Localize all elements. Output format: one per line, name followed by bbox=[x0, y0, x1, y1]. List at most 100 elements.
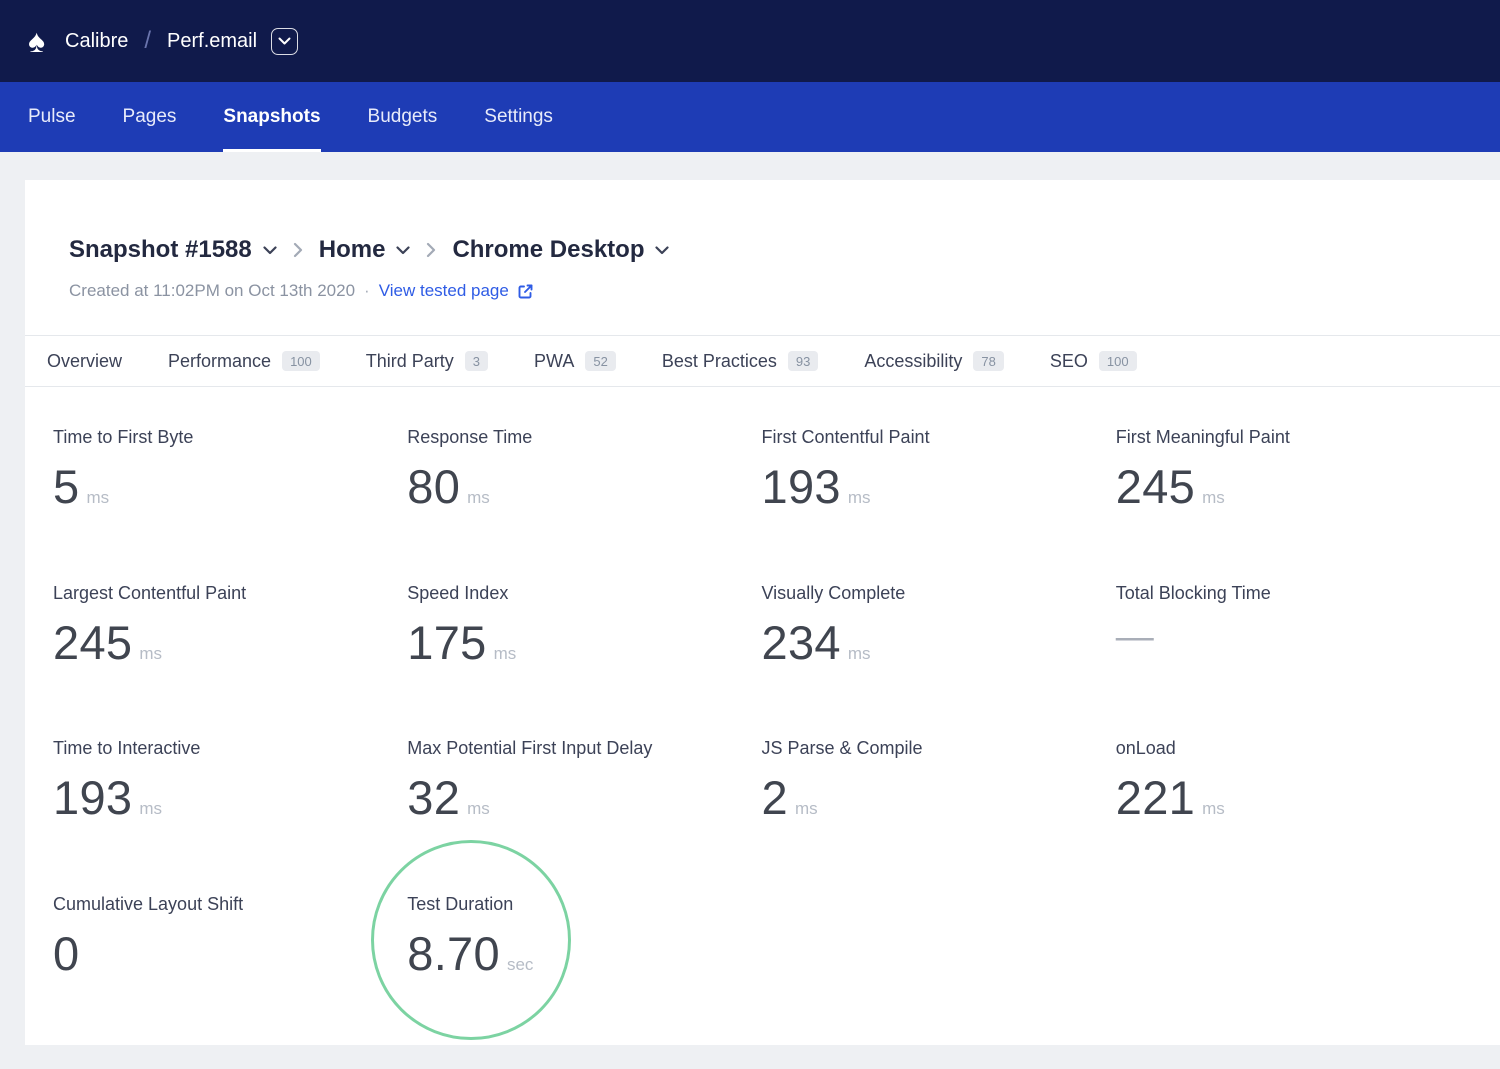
metric-value: 193 bbox=[53, 772, 132, 824]
metric-value: 175 bbox=[407, 617, 486, 669]
project-name: Perf.email bbox=[167, 30, 257, 53]
metric-value: 221 bbox=[1116, 772, 1195, 824]
calibre-logo-spade-icon[interactable]: ♠ bbox=[28, 25, 45, 57]
nav-item-budgets[interactable]: Budgets bbox=[368, 82, 438, 152]
nav-item-pages[interactable]: Pages bbox=[123, 82, 177, 152]
metric-max-potential-first-input-delay: Max Potential First Input Delay 32ms bbox=[407, 738, 761, 824]
tab-label: Overview bbox=[47, 351, 122, 372]
metric-unit: ms bbox=[86, 488, 109, 508]
tab-seo[interactable]: SEO 100 bbox=[1050, 351, 1137, 372]
breadcrumb: Snapshot #1588 Home Chrome Desktop bbox=[69, 236, 1456, 264]
tab-label: Accessibility bbox=[864, 351, 962, 372]
metric-value: 245 bbox=[53, 617, 132, 669]
metric-test-duration: Test Duration 8.70 sec bbox=[407, 894, 761, 980]
metric-value: 8.70 bbox=[407, 928, 500, 980]
chevron-down-icon bbox=[396, 246, 410, 255]
breadcrumb-label: Home bbox=[319, 236, 386, 264]
tab-label: Performance bbox=[168, 351, 271, 372]
project-switcher-button[interactable] bbox=[271, 28, 298, 55]
metric-speed-index: Speed Index 175 ms bbox=[407, 583, 761, 669]
nav-item-settings[interactable]: Settings bbox=[484, 82, 553, 152]
tab-label: SEO bbox=[1050, 351, 1088, 372]
chevron-down-icon bbox=[263, 246, 277, 255]
metric-value: 0 bbox=[53, 928, 79, 980]
tab-score-badge: 100 bbox=[1099, 351, 1137, 371]
report-tabs: Overview Performance 100 Third Party 3 P… bbox=[25, 335, 1500, 387]
metric-response-time: Response Time 80ms bbox=[407, 427, 761, 513]
metric-value: 80 bbox=[407, 461, 460, 513]
metric-label: Test Duration bbox=[407, 894, 761, 915]
snapshot-meta: Created at 11:02PM on Oct 13th 2020 · Vi… bbox=[69, 281, 1456, 301]
tab-best-practices[interactable]: Best Practices 93 bbox=[662, 351, 819, 372]
metric-label: Visually Complete bbox=[762, 583, 1116, 604]
topbar-separator: / bbox=[144, 27, 151, 55]
metric-unit: ms bbox=[795, 799, 818, 819]
metric-unit: ms bbox=[467, 799, 490, 819]
tab-overview[interactable]: Overview bbox=[47, 351, 122, 372]
metric-unit: sec bbox=[507, 955, 533, 975]
tab-third-party[interactable]: Third Party 3 bbox=[366, 351, 488, 372]
metric-value: 234 bbox=[762, 617, 841, 669]
link-label: View tested page bbox=[379, 281, 509, 301]
nav-label: Budgets bbox=[368, 106, 438, 128]
metric-unit: ms bbox=[494, 644, 517, 664]
metric-unit: ms bbox=[1202, 488, 1225, 508]
tab-accessibility[interactable]: Accessibility 78 bbox=[864, 351, 1004, 372]
chevron-down-icon bbox=[278, 37, 291, 45]
tab-score-badge: 3 bbox=[465, 351, 488, 371]
tab-score-badge: 52 bbox=[585, 351, 615, 371]
metric-label: Cumulative Layout Shift bbox=[53, 894, 407, 915]
nav-label: Pages bbox=[123, 106, 177, 128]
tab-performance[interactable]: Performance 100 bbox=[168, 351, 320, 372]
metric-total-blocking-time: Total Blocking Time — bbox=[1116, 583, 1470, 669]
created-timestamp: Created at 11:02PM on Oct 13th 2020 bbox=[69, 281, 355, 301]
breadcrumb-device-dropdown[interactable]: Chrome Desktop bbox=[452, 236, 669, 264]
metric-value: 245 bbox=[1116, 461, 1195, 513]
metrics-grid: Time to First Byte 5ms Response Time 80m… bbox=[25, 387, 1500, 980]
tab-label: Third Party bbox=[366, 351, 454, 372]
metric-label: Total Blocking Time bbox=[1116, 583, 1470, 604]
tab-label: Best Practices bbox=[662, 351, 777, 372]
metric-value: 2 bbox=[762, 772, 788, 824]
metric-onload: onLoad 221 ms bbox=[1116, 738, 1470, 824]
breadcrumb-snapshot-dropdown[interactable]: Snapshot #1588 bbox=[69, 236, 277, 264]
metric-js-parse-compile: JS Parse & Compile 2ms bbox=[762, 738, 1116, 824]
chevron-right-icon bbox=[426, 242, 436, 258]
external-link-icon bbox=[517, 283, 534, 300]
metric-first-meaningful-paint: First Meaningful Paint 245 ms bbox=[1116, 427, 1470, 513]
tab-score-badge: 100 bbox=[282, 351, 320, 371]
snapshot-card: Snapshot #1588 Home Chrome Desktop Creat… bbox=[25, 180, 1500, 1045]
nav-item-pulse[interactable]: Pulse bbox=[28, 82, 76, 152]
chevron-down-icon bbox=[655, 246, 669, 255]
nav-label: Settings bbox=[484, 106, 553, 128]
metric-time-to-first-byte: Time to First Byte 5ms bbox=[53, 427, 407, 513]
snapshot-header: Snapshot #1588 Home Chrome Desktop Creat… bbox=[25, 180, 1500, 301]
breadcrumb-page-dropdown[interactable]: Home bbox=[319, 236, 411, 264]
breadcrumb-label: Chrome Desktop bbox=[452, 236, 644, 264]
view-tested-page-link[interactable]: View tested page bbox=[379, 281, 534, 301]
metric-value: — bbox=[1116, 617, 1154, 659]
metric-label: Time to First Byte bbox=[53, 427, 407, 448]
metric-time-to-interactive: Time to Interactive 193ms bbox=[53, 738, 407, 824]
topbar: ♠ Calibre / Perf.email bbox=[0, 0, 1500, 82]
metric-label: Response Time bbox=[407, 427, 761, 448]
metric-label: Max Potential First Input Delay bbox=[407, 738, 761, 759]
nav-item-snapshots[interactable]: Snapshots bbox=[223, 82, 320, 152]
metric-label: First Meaningful Paint bbox=[1116, 427, 1470, 448]
meta-separator: · bbox=[364, 281, 370, 301]
tab-score-badge: 93 bbox=[788, 351, 818, 371]
metric-unit: ms bbox=[1202, 799, 1225, 819]
metric-label: onLoad bbox=[1116, 738, 1470, 759]
metric-first-contentful-paint: First Contentful Paint 193ms bbox=[762, 427, 1116, 513]
metric-unit: ms bbox=[139, 644, 162, 664]
tab-pwa[interactable]: PWA 52 bbox=[534, 351, 616, 372]
metric-label: Time to Interactive bbox=[53, 738, 407, 759]
metric-visually-complete: Visually Complete 234ms bbox=[762, 583, 1116, 669]
metric-label: Speed Index bbox=[407, 583, 761, 604]
tab-score-badge: 78 bbox=[973, 351, 1003, 371]
main-nav: Pulse Pages Snapshots Budgets Settings bbox=[0, 82, 1500, 152]
breadcrumb-label: Snapshot #1588 bbox=[69, 236, 252, 264]
metric-cumulative-layout-shift: Cumulative Layout Shift 0 bbox=[53, 894, 407, 980]
org-name[interactable]: Calibre bbox=[65, 30, 128, 53]
metric-label: First Contentful Paint bbox=[762, 427, 1116, 448]
